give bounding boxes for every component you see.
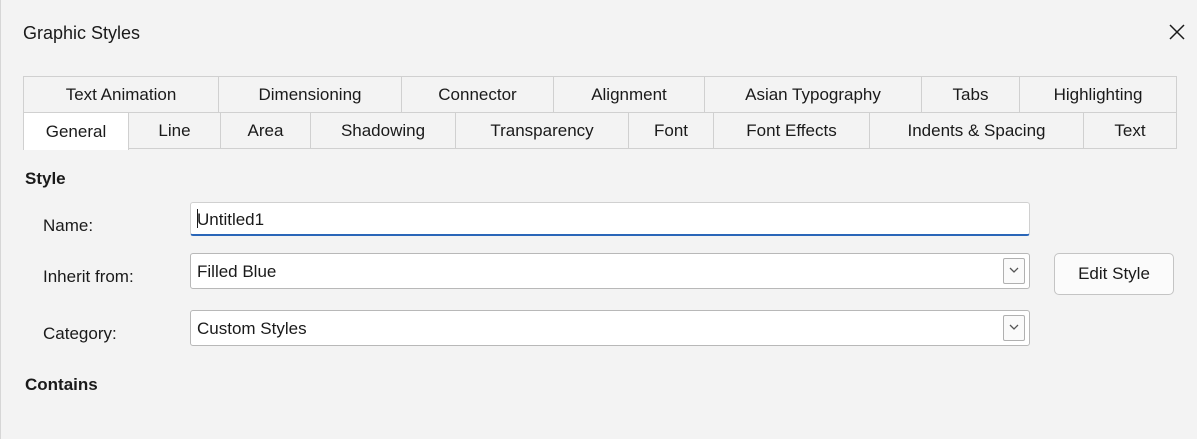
tab-row-back: Text Animation Dimensioning Connector Al… xyxy=(23,76,1177,112)
category-select[interactable]: Custom Styles xyxy=(190,310,1030,346)
tab-row-front: General Line Area Shadowing Transparency… xyxy=(23,112,1177,150)
category-label: Category: xyxy=(43,324,117,343)
name-label: Name: xyxy=(43,216,94,235)
tab-text[interactable]: Text xyxy=(1083,112,1177,148)
category-value: Custom Styles xyxy=(197,319,307,338)
tab-alignment[interactable]: Alignment xyxy=(553,76,705,112)
inherit-from-label: Inherit from: xyxy=(43,267,134,286)
tab-indents-spacing[interactable]: Indents & Spacing xyxy=(869,112,1084,148)
name-input[interactable]: Untitled1 xyxy=(190,202,1030,236)
inherit-from-dropdown-button[interactable] xyxy=(1003,258,1025,284)
graphic-styles-dialog: Graphic Styles Text Animation Dimensioni… xyxy=(0,0,1197,439)
tab-area[interactable]: Area xyxy=(220,112,311,148)
tab-connector[interactable]: Connector xyxy=(401,76,554,112)
tab-general[interactable]: General xyxy=(23,112,129,150)
inherit-from-value: Filled Blue xyxy=(197,262,277,281)
dialog-title: Graphic Styles xyxy=(23,23,141,43)
tab-dimensioning[interactable]: Dimensioning xyxy=(218,76,402,112)
contains-heading: Contains xyxy=(25,375,98,394)
tab-tabs[interactable]: Tabs xyxy=(921,76,1020,112)
tab-transparency[interactable]: Transparency xyxy=(455,112,629,148)
tab-font[interactable]: Font xyxy=(628,112,714,148)
chevron-down-icon xyxy=(1009,324,1019,330)
category-dropdown-button[interactable] xyxy=(1003,315,1025,341)
general-tab-panel: Style Name: Untitled1 Inherit from: Fill… xyxy=(23,149,1177,439)
chevron-down-icon xyxy=(1009,267,1019,273)
style-heading: Style xyxy=(25,169,66,188)
inherit-from-select[interactable]: Filled Blue xyxy=(190,253,1030,289)
edit-style-button[interactable]: Edit Style xyxy=(1054,253,1174,295)
tab-font-effects[interactable]: Font Effects xyxy=(713,112,870,148)
tab-highlighting[interactable]: Highlighting xyxy=(1019,76,1177,112)
title-bar: Graphic Styles xyxy=(1,0,1197,66)
tab-text-animation[interactable]: Text Animation xyxy=(23,76,219,112)
name-input-value: Untitled1 xyxy=(197,210,265,229)
tab-asian-typography[interactable]: Asian Typography xyxy=(704,76,922,112)
tab-line[interactable]: Line xyxy=(128,112,221,148)
close-button[interactable] xyxy=(1159,14,1195,50)
close-icon xyxy=(1169,24,1185,40)
tab-shadowing[interactable]: Shadowing xyxy=(310,112,456,148)
